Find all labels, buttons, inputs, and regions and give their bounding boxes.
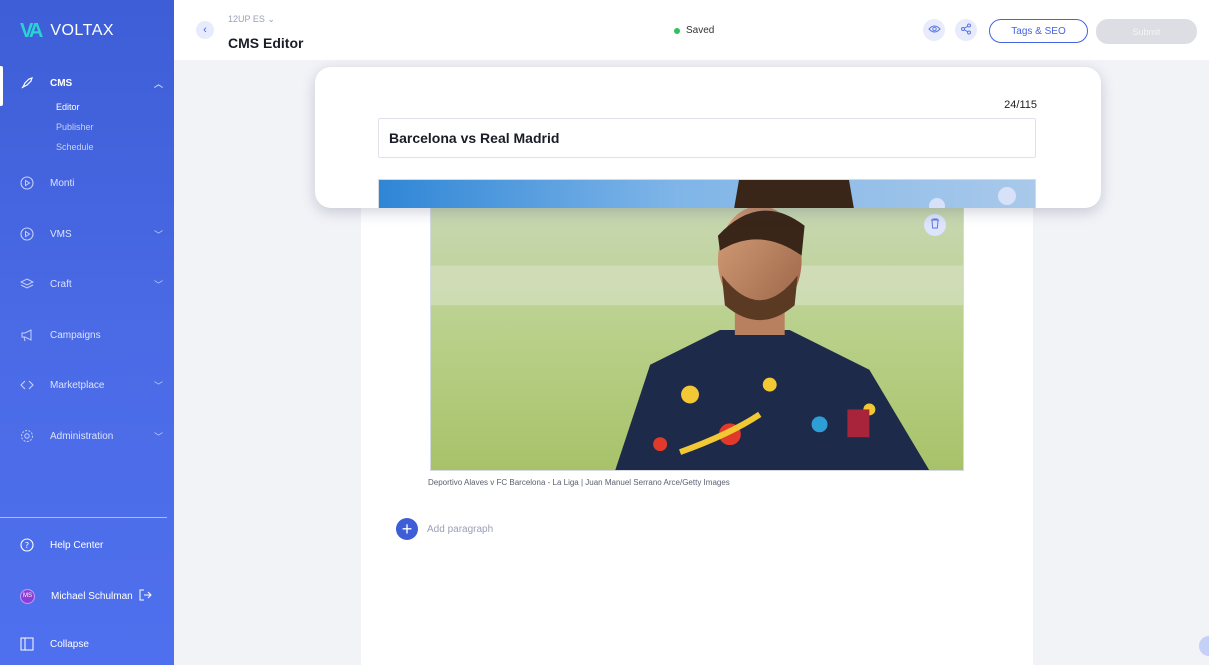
chevron-down-icon[interactable]: ﹀ [154, 278, 163, 291]
sidebar-item-label: Campaigns [50, 329, 101, 341]
add-paragraph-button[interactable]: + Add paragraph [396, 518, 493, 540]
brand-name: VOLTAX [50, 22, 115, 39]
avatar: MS [20, 588, 35, 604]
sidebar-item-label: Collapse [50, 638, 89, 650]
help-bubble-icon[interactable] [1199, 636, 1209, 656]
plus-icon: + [396, 518, 418, 540]
image-preview-strip [378, 179, 1036, 208]
eye-icon [927, 24, 941, 37]
preview-button[interactable] [923, 19, 945, 41]
play-circle-icon [20, 176, 34, 190]
user-name: Michael Schulman [51, 590, 133, 602]
status-dot-icon [674, 27, 680, 34]
sidebar-item-label: Help Center [50, 539, 104, 551]
voltax-logo-icon: VA [20, 19, 43, 42]
sidebar-subitem-publisher[interactable]: Publisher [56, 122, 94, 132]
title-card: 24/115 [315, 67, 1101, 208]
gear-icon [20, 429, 34, 443]
sidebar-collapse[interactable]: Collapse [0, 632, 174, 656]
chevron-down-icon: ⌄ [267, 14, 275, 24]
sidebar-user[interactable]: MS Michael Schulman [0, 584, 174, 608]
play-circle-icon [20, 227, 34, 241]
sidebar-item-label: Craft [50, 278, 72, 290]
help-circle-icon: ? [20, 538, 34, 552]
sidebar-item-monti[interactable]: Monti [0, 171, 174, 195]
tags-seo-button[interactable]: Tags & SEO [989, 19, 1088, 43]
save-status-label: Saved [686, 25, 715, 36]
photo-player [431, 196, 963, 470]
layers-icon [20, 277, 34, 291]
character-counter: 24/115 [1004, 99, 1037, 111]
brand-logo[interactable]: VA VOLTAX [20, 20, 114, 42]
add-paragraph-label: Add paragraph [427, 523, 494, 535]
share-icon [960, 23, 972, 38]
rocket-icon [20, 76, 34, 90]
sidebar-item-campaigns[interactable]: Campaigns [0, 323, 174, 347]
article-title-input[interactable] [378, 118, 1036, 158]
share-button[interactable] [955, 19, 977, 41]
chevron-left-icon: ‹ [203, 24, 207, 36]
sidebar-subitem-editor[interactable]: Editor [56, 102, 80, 112]
sidebar-item-label: CMS [50, 77, 73, 89]
article-image[interactable] [430, 195, 964, 471]
chevron-down-icon[interactable]: ﹀ [154, 379, 163, 392]
sidebar-item-label: Marketplace [50, 379, 105, 391]
sidebar-item-cms[interactable]: CMS ︿ [0, 71, 174, 95]
sidebar-item-vms[interactable]: VMS ﹀ [0, 222, 174, 246]
sidebar-item-marketplace[interactable]: Marketplace ﹀ [0, 373, 174, 397]
sidebar-item-help-center[interactable]: ? Help Center [0, 533, 174, 557]
breadcrumb[interactable]: 12UP ES ⌄ [228, 14, 275, 25]
chevron-down-icon[interactable]: ﹀ [154, 430, 163, 443]
image-caption[interactable]: Deportivo Alaves v FC Barcelona - La Lig… [428, 478, 730, 487]
delete-image-button[interactable] [924, 214, 946, 236]
sidebar-divider [0, 517, 167, 518]
back-button[interactable]: ‹ [196, 21, 214, 39]
page-title: CMS Editor [228, 35, 304, 51]
chevron-down-icon[interactable]: ﹀ [154, 228, 163, 241]
top-bar: ‹ 12UP ES ⌄ CMS Editor Saved Tags & SEO … [174, 0, 1209, 60]
sidebar: VA VOLTAX CMS ︿ Editor Publisher Schedul… [0, 0, 174, 665]
logout-icon[interactable] [139, 589, 152, 604]
sidebar-subitem-schedule[interactable]: Schedule [56, 142, 94, 152]
submit-button[interactable]: Submit [1096, 19, 1197, 44]
svg-text:?: ? [25, 541, 29, 550]
code-icon [20, 378, 34, 392]
collapse-panel-icon [20, 637, 34, 651]
chevron-up-icon[interactable]: ︿ [154, 77, 163, 90]
banner-image [379, 180, 1035, 208]
sidebar-item-label: Monti [50, 177, 75, 189]
breadcrumb-label: 12UP ES [228, 14, 265, 24]
sidebar-item-label: VMS [50, 228, 72, 240]
sidebar-item-administration[interactable]: Administration ﹀ [0, 424, 174, 448]
sidebar-item-label: Administration [50, 430, 114, 442]
sidebar-item-craft[interactable]: Craft ﹀ [0, 272, 174, 296]
trash-icon [930, 218, 940, 232]
megaphone-icon [20, 328, 34, 342]
save-status: Saved [674, 25, 714, 36]
